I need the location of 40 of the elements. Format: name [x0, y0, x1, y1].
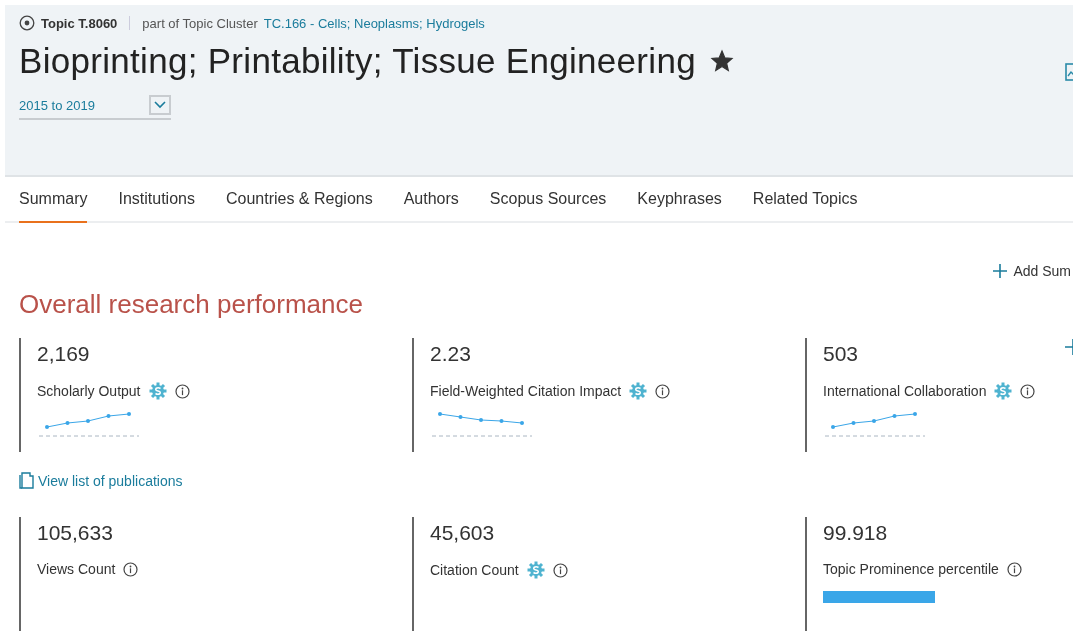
metric-value: 105,633 — [37, 521, 114, 545]
metric-label: Field-Weighted Citation Impact — [430, 383, 622, 399]
metric-value: 2.23 — [430, 342, 472, 366]
topic-icon — [19, 15, 35, 31]
caret-icon[interactable] — [149, 95, 171, 115]
plus-icon[interactable] — [1065, 339, 1073, 355]
tab[interactable]: Authors — [403, 177, 459, 223]
tab[interactable]: Summary — [19, 177, 88, 223]
metric-value: 99.918 — [823, 521, 889, 545]
info-icon[interactable] — [1020, 383, 1036, 399]
metric-label: Topic Prominence percentile — [823, 561, 999, 577]
metric-label: Scholarly Output — [37, 383, 141, 399]
add-summary-link[interactable]: Add Sum — [993, 261, 1071, 281]
info-icon[interactable] — [123, 561, 139, 577]
cluster-prefix: part of Topic Cluster — [142, 15, 258, 31]
tab[interactable]: Related Topics — [752, 177, 858, 223]
metric-label: Citation Count — [430, 562, 519, 578]
topic-title: Bioprinting; Printability; Tissue Engineering — [19, 41, 696, 81]
document-icon — [19, 472, 34, 489]
tab[interactable]: Countries & Regions — [225, 177, 373, 223]
metric-label: Views Count — [37, 561, 116, 577]
tab[interactable]: Scopus Sources — [489, 177, 607, 223]
tab[interactable]: Institutions — [118, 177, 195, 223]
plus-icon — [993, 264, 1008, 278]
metric-value: 2,169 — [37, 342, 91, 366]
info-icon[interactable] — [655, 383, 671, 399]
info-icon[interactable] — [174, 383, 190, 399]
metric-value: 45,603 — [430, 521, 496, 545]
metric-value: 503 — [823, 342, 860, 366]
publications-link[interactable]: View list of publications — [38, 472, 183, 489]
topic-id: Topic T.8060 — [41, 15, 118, 31]
image-icon[interactable] — [1065, 63, 1073, 81]
star-icon[interactable] — [709, 49, 734, 73]
info-icon[interactable] — [1006, 561, 1022, 577]
info-icon[interactable] — [552, 562, 568, 578]
tab[interactable]: Keyphrases — [637, 177, 722, 223]
cluster-link[interactable]: TC.166 - Cells; Neoplasms; Hydrogels — [263, 15, 485, 31]
metric-label: International Collaboration — [823, 383, 987, 399]
section-title: Overall research performance — [19, 289, 364, 320]
period-dropdown[interactable]: 2015 to 2019 — [19, 95, 171, 120]
